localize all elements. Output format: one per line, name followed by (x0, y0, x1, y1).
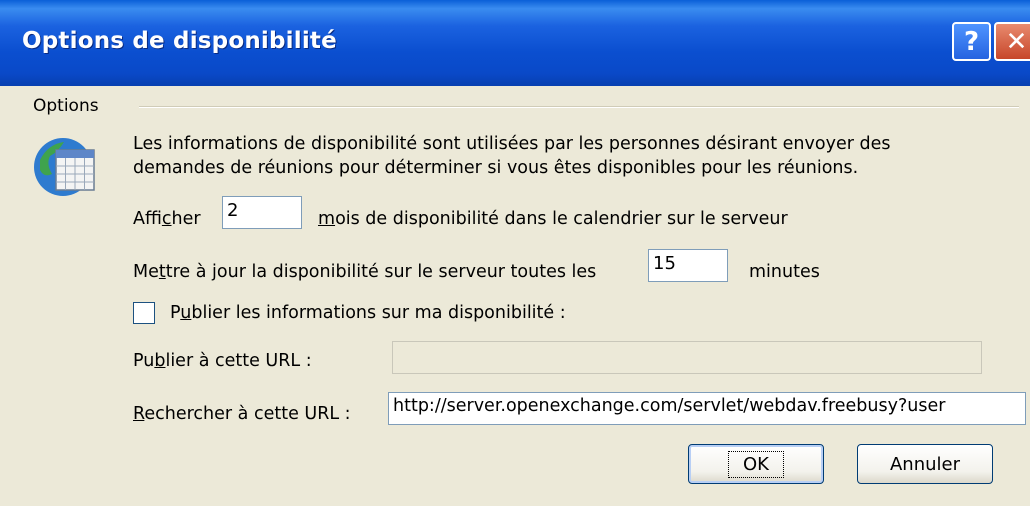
show-months-label: Afficher (133, 209, 201, 229)
help-icon: ? (963, 26, 980, 57)
ok-button[interactable]: OK (688, 444, 824, 484)
availability-description: Les informations de disponibilité sont u… (133, 132, 1013, 180)
search-url-input[interactable]: http://server.openexchange.com/servlet/w… (388, 392, 1026, 425)
minutes-input[interactable]: 15 (648, 249, 728, 282)
ok-button-label: OK (728, 450, 784, 478)
description-line: demandes de réunions pour déterminer si … (133, 158, 859, 178)
help-button[interactable]: ? (952, 22, 991, 61)
dialog-window: Options de disponibilité ? ✕ Options Les… (0, 0, 1030, 506)
dialog-title: Options de disponibilité (22, 28, 337, 54)
calendar-globe-icon (34, 138, 95, 196)
group-divider (139, 106, 1019, 108)
publish-checkbox-label[interactable]: Publier les informations sur ma disponib… (170, 303, 566, 323)
description-line: Les informations de disponibilité sont u… (133, 134, 891, 154)
title-bar[interactable]: Options de disponibilité ? ✕ (0, 0, 1030, 86)
close-icon: ✕ (1005, 26, 1028, 57)
publish-url-label: Publier à cette URL : (133, 351, 312, 371)
options-group-label: Options (33, 96, 99, 116)
search-url-label: Rechercher à cette URL : (133, 404, 351, 424)
dialog-content: Options Les informations de disponibilit… (0, 86, 1030, 506)
publish-checkbox[interactable] (133, 302, 155, 324)
cancel-button[interactable]: Annuler (857, 444, 993, 484)
months-suffix-label: mois de disponibilité dans le calendrier… (318, 209, 788, 229)
close-button[interactable]: ✕ (994, 22, 1030, 61)
publish-url-input[interactable] (392, 341, 982, 374)
update-interval-label: Mettre à jour la disponibilité sur le se… (133, 262, 597, 282)
months-input[interactable]: 2 (222, 196, 302, 229)
cancel-button-label: Annuler (889, 453, 960, 475)
minutes-label: minutes (749, 262, 820, 282)
